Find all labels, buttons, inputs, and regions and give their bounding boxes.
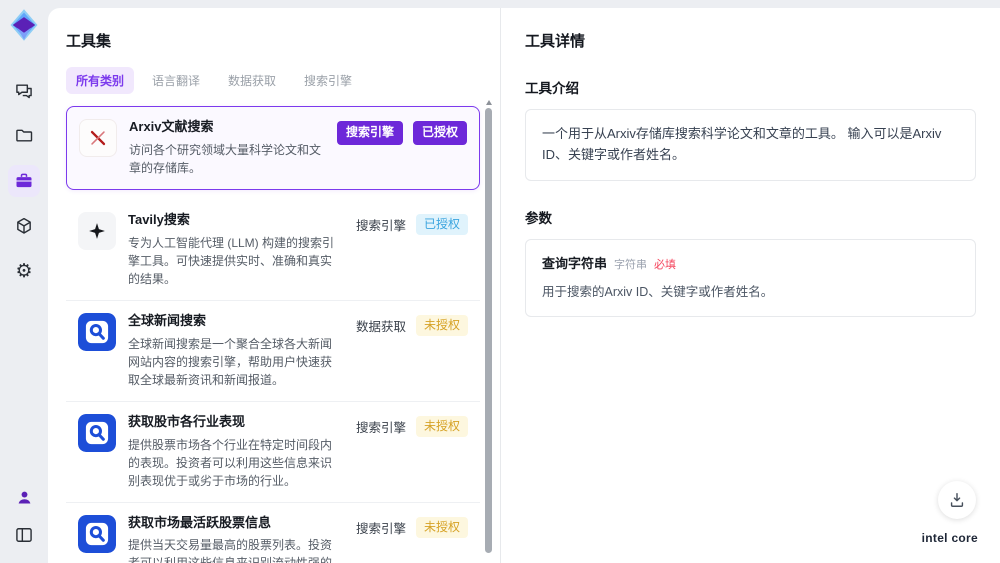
tool-card-arxiv[interactable]: Arxiv文献搜索 访问各个研究领域大量科学论文和文章的存储库。 搜索引擎 已授… bbox=[66, 106, 480, 190]
sidebar-item-chat[interactable] bbox=[8, 75, 40, 107]
params-heading: 参数 bbox=[525, 210, 552, 226]
tool-card-global-news[interactable]: 全球新闻搜索 全球新闻搜索是一个聚合全球各大新闻网站内容的搜索引擎，帮助用户快速… bbox=[66, 299, 480, 401]
briefcase-icon bbox=[16, 173, 32, 188]
intro-box: 一个用于从Arxiv存储库搜索科学论文和文章的工具。 输入可以是Arxiv ID… bbox=[525, 109, 976, 181]
tab-data-fetching[interactable]: 数据获取 bbox=[218, 67, 286, 94]
download-icon bbox=[950, 493, 964, 507]
tool-name: 获取股市各行业表现 bbox=[128, 413, 246, 429]
news-search-icon bbox=[78, 312, 116, 351]
sidebar-item-settings[interactable]: ⚙ bbox=[8, 255, 40, 287]
diamond-logo-icon bbox=[10, 9, 38, 41]
stock-search-icon bbox=[78, 413, 116, 452]
detail-title: 工具详情 bbox=[525, 33, 586, 50]
tool-description: 访问各个研究领域大量科学论文和文章的存储库。 bbox=[129, 142, 322, 175]
panel-icon bbox=[16, 528, 32, 542]
param-description: 用于搜索的Arxiv ID、关键字或作者姓名。 bbox=[542, 285, 774, 300]
tool-description: 提供股票市场各个行业在特定时间段内的表现。投资者可以利用这些信息来识别表现优于或… bbox=[128, 437, 333, 488]
list-scrollbar[interactable] bbox=[485, 100, 492, 563]
scrollbar-thumb[interactable] bbox=[485, 108, 492, 553]
sidebar-item-panel-toggle[interactable] bbox=[8, 519, 40, 551]
tool-name: 获取市场最活跃股票信息 bbox=[128, 514, 272, 530]
tool-name: Arxiv文献搜索 bbox=[129, 119, 214, 134]
tool-description: 专为人工智能代理 (LLM) 构建的搜索引擎工具。可快速提供实时、准确和真实的结… bbox=[128, 235, 335, 286]
status-badge: 已授权 bbox=[415, 213, 468, 236]
main-surface: 工具集 所有类别 语言翻译 数据获取 搜索引擎 Arxiv文献搜索 访问各个研究… bbox=[48, 8, 1000, 563]
tavily-icon bbox=[78, 211, 116, 250]
left-rail: ⚙ bbox=[0, 0, 48, 563]
app-logo[interactable] bbox=[6, 7, 42, 43]
tab-search-engine[interactable]: 搜索引擎 bbox=[294, 67, 362, 94]
status-badge: 未授权 bbox=[415, 415, 468, 438]
sidebar-item-user[interactable] bbox=[8, 481, 40, 513]
category-label: 搜索引擎 bbox=[355, 219, 406, 234]
tool-card-tavily[interactable]: Tavily搜索 专为人工智能代理 (LLM) 构建的搜索引擎工具。可快速提供实… bbox=[66, 199, 480, 300]
tool-description: 提供当天交易量最高的股票列表。投资者可以利用这些信息来识别流动性强的股票和潜在的… bbox=[128, 538, 333, 563]
download-button[interactable] bbox=[938, 481, 976, 519]
stock-search-icon bbox=[78, 514, 116, 553]
intel-core-logo: intel core bbox=[921, 531, 978, 545]
tool-description: 全球新闻搜索是一个聚合全球各大新闻网站内容的搜索引擎，帮助用户快速获取全球最新资… bbox=[128, 336, 333, 387]
user-icon bbox=[18, 491, 30, 504]
tool-card-sector-performance[interactable]: 获取股市各行业表现 提供股票市场各个行业在特定时间段内的表现。投资者可以利用这些… bbox=[66, 400, 480, 502]
arxiv-icon bbox=[79, 119, 117, 157]
status-badge: 未授权 bbox=[415, 516, 468, 539]
page-title: 工具集 bbox=[66, 33, 112, 50]
cube-icon bbox=[17, 217, 31, 234]
chat-icon bbox=[16, 84, 32, 99]
category-tabs: 所有类别 语言翻译 数据获取 搜索引擎 bbox=[66, 67, 480, 94]
param-required-flag: 必填 bbox=[654, 258, 677, 271]
status-badge: 未授权 bbox=[415, 314, 468, 337]
sidebar-item-packages[interactable] bbox=[8, 210, 40, 242]
category-label: 搜索引擎 bbox=[355, 521, 406, 536]
param-box: 查询字符串 字符串 必填 用于搜索的Arxiv ID、关键字或作者姓名。 bbox=[525, 238, 976, 318]
tool-name: Tavily搜索 bbox=[128, 211, 190, 227]
param-type: 字符串 bbox=[614, 258, 648, 271]
folder-icon bbox=[16, 129, 33, 142]
category-badge: 搜索引擎 bbox=[336, 121, 403, 145]
tab-all-categories[interactable]: 所有类别 bbox=[66, 67, 135, 94]
tool-card-active-stocks[interactable]: 获取市场最活跃股票信息 提供当天交易量最高的股票列表。投资者可以利用这些信息来识… bbox=[66, 501, 480, 563]
sidebar-item-tools[interactable] bbox=[8, 165, 40, 197]
tool-list: Arxiv文献搜索 访问各个研究领域大量科学论文和文章的存储库。 搜索引擎 已授… bbox=[66, 106, 480, 563]
category-label: 搜索引擎 bbox=[355, 420, 406, 435]
gear-icon: ⚙ bbox=[15, 260, 33, 282]
sidebar-item-files[interactable] bbox=[8, 120, 40, 152]
scroll-up-arrow-icon[interactable] bbox=[485, 100, 492, 105]
tool-list-panel: 工具集 所有类别 语言翻译 数据获取 搜索引擎 Arxiv文献搜索 访问各个研究… bbox=[48, 8, 500, 563]
param-name: 查询字符串 bbox=[542, 255, 608, 271]
tab-language-translation[interactable]: 语言翻译 bbox=[142, 67, 210, 94]
category-label: 数据获取 bbox=[355, 320, 406, 335]
status-badge: 已授权 bbox=[412, 121, 467, 145]
intro-heading: 工具介绍 bbox=[525, 81, 579, 96]
tool-name: 全球新闻搜索 bbox=[128, 312, 207, 328]
tool-detail-panel: 工具详情 工具介绍 一个用于从Arxiv存储库搜索科学论文和文章的工具。 输入可… bbox=[500, 8, 1000, 563]
